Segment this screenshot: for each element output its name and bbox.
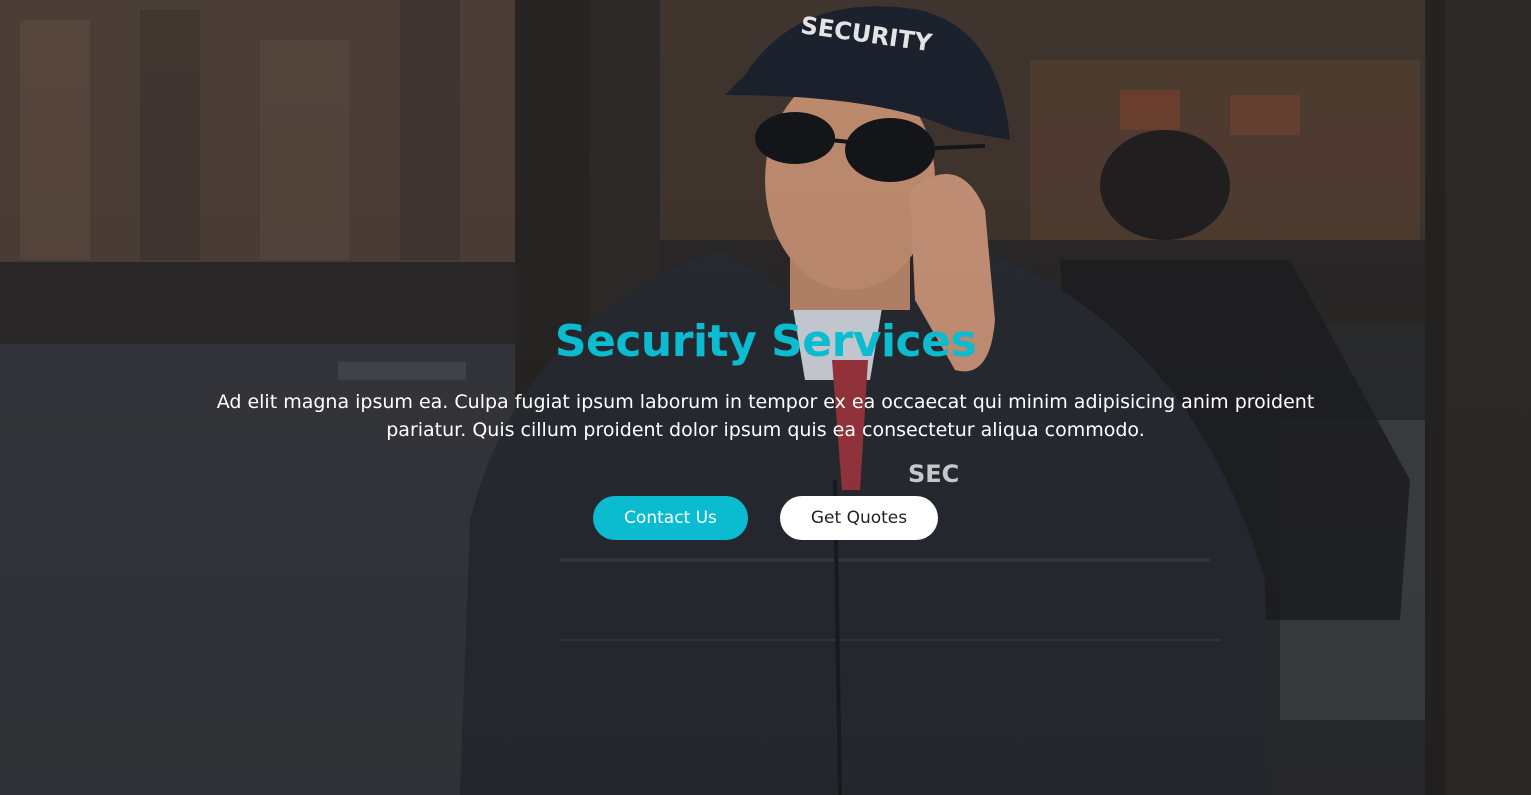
hero-actions: Contact Us Get Quotes: [0, 496, 1531, 540]
hero-title: Security Services: [554, 316, 977, 367]
hero-description: Ad elit magna ipsum ea. Culpa fugiat ips…: [216, 391, 1315, 441]
hero-content: Security Services Ad elit magna ipsum ea…: [0, 312, 1531, 540]
get-quotes-button[interactable]: Get Quotes: [780, 496, 938, 540]
hero-section: SECURITY SEC Security Services Ad elit m…: [0, 0, 1531, 795]
contact-us-button[interactable]: Contact Us: [593, 496, 748, 540]
